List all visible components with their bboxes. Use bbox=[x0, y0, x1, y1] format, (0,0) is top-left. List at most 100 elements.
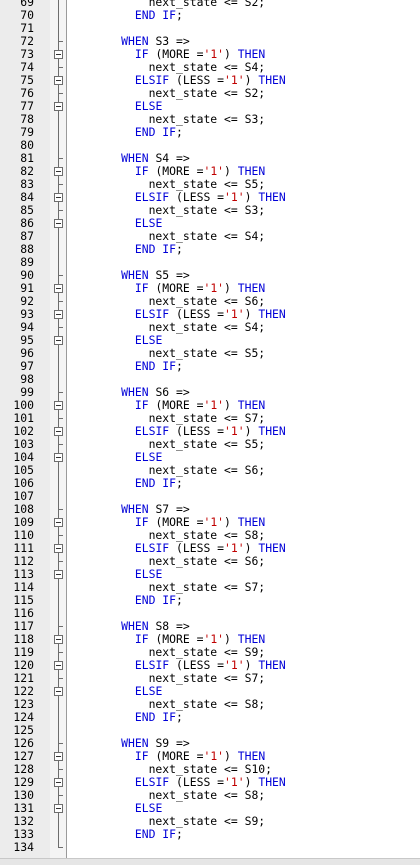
fold-collapse-icon[interactable] bbox=[53, 516, 64, 529]
fold-guide-icon bbox=[53, 256, 64, 269]
fold-collapse-icon[interactable] bbox=[53, 542, 64, 555]
identifier-token bbox=[80, 749, 135, 763]
fold-guide-icon bbox=[53, 490, 64, 503]
code-line[interactable]: 114 next_state <= S7; bbox=[0, 581, 420, 594]
code-line[interactable]: 79 END IF; bbox=[0, 126, 420, 139]
code-line[interactable]: 116 bbox=[0, 607, 420, 620]
fold-collapse-icon[interactable] bbox=[53, 633, 64, 646]
code-line[interactable]: 106 END IF; bbox=[0, 477, 420, 490]
fold-guide-icon bbox=[53, 555, 64, 568]
fold-guide-icon bbox=[53, 438, 64, 451]
fold-collapse-icon[interactable] bbox=[53, 685, 64, 698]
keyword-token: ELSIF bbox=[134, 658, 170, 672]
code-line[interactable]: 80 bbox=[0, 139, 420, 152]
code-line[interactable]: 97 END IF; bbox=[0, 360, 420, 373]
string-token: '1' bbox=[224, 190, 245, 204]
code-line[interactable]: 134 bbox=[0, 841, 420, 854]
identifier-token bbox=[80, 268, 121, 282]
keyword-token: WHEN bbox=[121, 34, 149, 48]
fold-guide-icon bbox=[53, 243, 64, 256]
keyword-token: ELSE bbox=[134, 333, 163, 347]
keyword-token: ELSE bbox=[134, 801, 163, 815]
code-line[interactable]: 94 next_state <= S4; bbox=[0, 321, 420, 334]
identifier-token: ; bbox=[176, 476, 183, 490]
code-text: END IF; bbox=[80, 360, 183, 373]
identifier-token bbox=[80, 190, 135, 204]
fold-collapse-icon[interactable] bbox=[53, 776, 64, 789]
keyword-token: THEN bbox=[258, 307, 286, 321]
fold-collapse-icon[interactable] bbox=[53, 802, 64, 815]
keyword-token: IF bbox=[134, 164, 149, 178]
fold-guide-icon bbox=[53, 204, 64, 217]
code-line[interactable]: 112 next_state <= S6; bbox=[0, 555, 420, 568]
code-line[interactable]: 98 bbox=[0, 373, 420, 386]
code-line[interactable]: 115 END IF; bbox=[0, 594, 420, 607]
fold-guide-icon bbox=[53, 763, 64, 776]
fold-collapse-icon[interactable] bbox=[53, 100, 64, 113]
identifier-token: next_state <= S8; bbox=[80, 528, 266, 542]
fold-collapse-icon[interactable] bbox=[53, 282, 64, 295]
fold-collapse-icon[interactable] bbox=[53, 568, 64, 581]
identifier-token: next_state <= S5; bbox=[80, 437, 266, 451]
code-line[interactable]: 124 END IF; bbox=[0, 711, 420, 724]
keyword-token: IF bbox=[134, 47, 149, 61]
code-line[interactable]: 123 next_state <= S8; bbox=[0, 698, 420, 711]
fold-collapse-icon[interactable] bbox=[53, 334, 64, 347]
fold-collapse-icon[interactable] bbox=[53, 308, 64, 321]
code-line[interactable]: 69 next_state <= S2; bbox=[0, 0, 420, 9]
identifier-token bbox=[80, 307, 135, 321]
identifier-token: next_state <= S8; bbox=[80, 788, 266, 802]
fold-guide-icon bbox=[53, 321, 64, 334]
code-editor[interactable]: 69 next_state <= S2; 70 END IF; 71 72 WHEN … bbox=[0, 0, 420, 865]
fold-collapse-icon[interactable] bbox=[53, 659, 64, 672]
code-line[interactable]: 105 next_state <= S6; bbox=[0, 464, 420, 477]
code-line[interactable]: 130 next_state <= S8; bbox=[0, 789, 420, 802]
code-lines[interactable]: 69 next_state <= S2; 70 END IF; 71 72 WHEN … bbox=[0, 0, 420, 854]
fold-collapse-icon[interactable] bbox=[53, 750, 64, 763]
fold-collapse-icon[interactable] bbox=[53, 48, 64, 61]
identifier-token: next_state <= S8; bbox=[80, 697, 266, 711]
code-line[interactable]: 132 next_state <= S9; bbox=[0, 815, 420, 828]
identifier-token: ) bbox=[244, 658, 259, 672]
fold-collapse-icon[interactable] bbox=[53, 191, 64, 204]
identifier-token: ; bbox=[176, 125, 183, 139]
fold-collapse-icon[interactable] bbox=[53, 165, 64, 178]
code-line[interactable]: 78 next_state <= S3; bbox=[0, 113, 420, 126]
keyword-token: THEN bbox=[237, 281, 266, 295]
fold-collapse-icon[interactable] bbox=[53, 425, 64, 438]
identifier-token bbox=[80, 736, 121, 750]
horizontal-scrollbar[interactable] bbox=[0, 858, 420, 865]
fold-collapse-icon[interactable] bbox=[53, 399, 64, 412]
fold-collapse-icon[interactable] bbox=[53, 74, 64, 87]
identifier-token: next_state <= S10; bbox=[80, 762, 273, 776]
fold-collapse-icon[interactable] bbox=[53, 217, 64, 230]
identifier-token bbox=[80, 99, 135, 113]
identifier-token bbox=[80, 216, 135, 230]
code-line[interactable]: 121 next_state <= S7; bbox=[0, 672, 420, 685]
code-line[interactable]: 85 next_state <= S3; bbox=[0, 204, 420, 217]
code-line[interactable]: 89 bbox=[0, 256, 420, 269]
keyword-token: WHEN bbox=[121, 151, 149, 165]
code-line[interactable]: 87 next_state <= S4; bbox=[0, 230, 420, 243]
fold-guide-icon bbox=[53, 737, 64, 750]
keyword-token: ELSE bbox=[134, 216, 163, 230]
keyword-token: ELSIF bbox=[134, 190, 170, 204]
code-line[interactable]: 125 bbox=[0, 724, 420, 737]
code-line[interactable]: 133 END IF; bbox=[0, 828, 420, 841]
code-line[interactable]: 107 bbox=[0, 490, 420, 503]
code-line[interactable]: 70 END IF; bbox=[0, 9, 420, 22]
code-line[interactable]: 76 next_state <= S2; bbox=[0, 87, 420, 100]
code-line[interactable]: 71 bbox=[0, 22, 420, 35]
code-line[interactable]: 103 next_state <= S5; bbox=[0, 438, 420, 451]
keyword-token: END IF bbox=[134, 242, 177, 256]
keyword-token: IF bbox=[134, 398, 149, 412]
identifier-token: next_state <= S7; bbox=[80, 411, 266, 425]
keyword-token: THEN bbox=[237, 749, 266, 763]
identifier-token: (MORE = bbox=[148, 398, 204, 412]
code-line[interactable]: 88 END IF; bbox=[0, 243, 420, 256]
fold-collapse-icon[interactable] bbox=[53, 451, 64, 464]
identifier-token bbox=[80, 775, 135, 789]
code-line[interactable]: 96 next_state <= S5; bbox=[0, 347, 420, 360]
keyword-token: ELSE bbox=[134, 450, 163, 464]
string-token: '1' bbox=[203, 281, 225, 295]
